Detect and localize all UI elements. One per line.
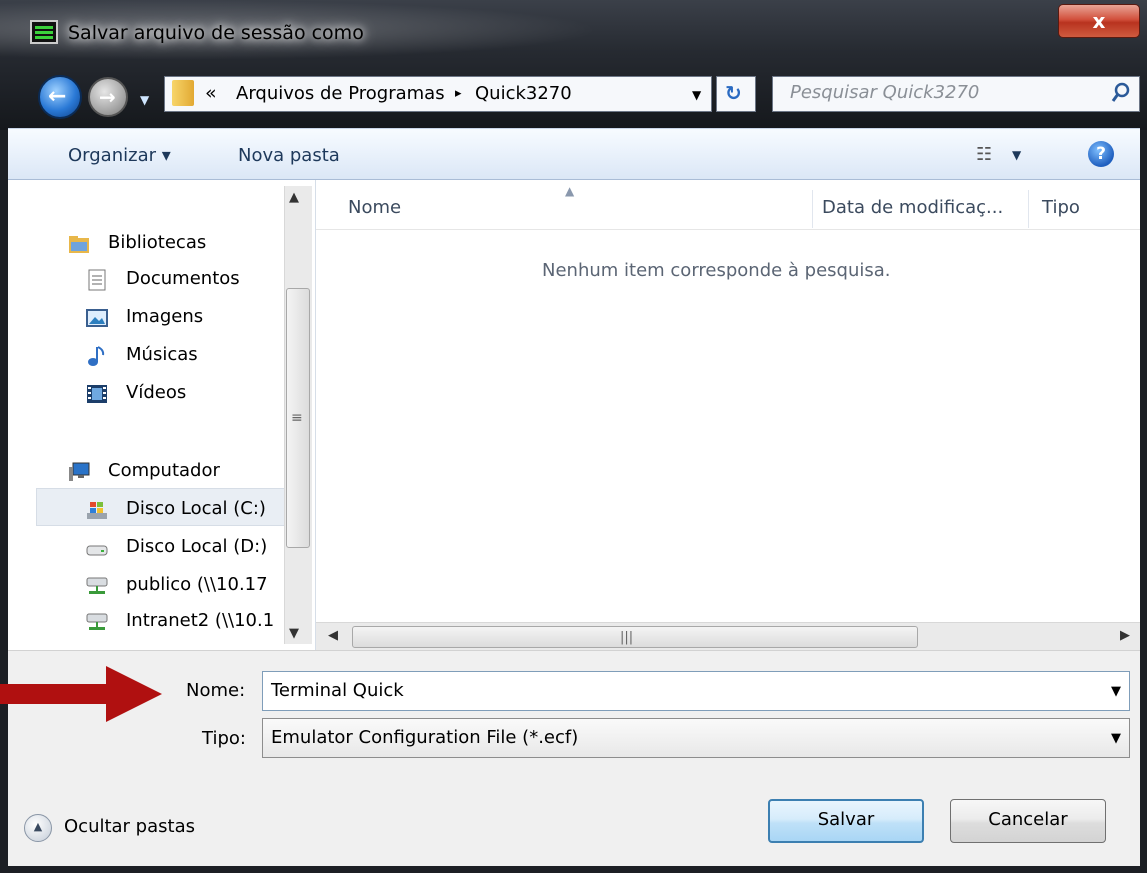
file-name-value: Terminal Quick (271, 680, 404, 701)
back-button[interactable]: ← (38, 75, 82, 119)
videos-icon (87, 385, 107, 403)
sidebar-item-label: Bibliotecas (108, 232, 207, 253)
organize-button[interactable]: Organizar ▾ (68, 145, 171, 166)
music-icon (88, 346, 105, 366)
help-icon[interactable]: ? (1088, 141, 1114, 167)
sidebar-item-label: Documentos (126, 268, 240, 289)
file-type-label: Tipo: (202, 728, 246, 749)
address-dropdown-icon[interactable]: ▼ (692, 88, 701, 102)
recent-locations-dropdown[interactable]: ▼ (140, 93, 149, 107)
command-bar (8, 128, 1140, 180)
save-button[interactable]: Salvar (768, 799, 924, 843)
column-header-date-modified[interactable]: Data de modificaç... (822, 197, 1003, 218)
folder-icon (172, 80, 194, 106)
chevron-down-icon[interactable]: ▼ (1111, 684, 1121, 699)
column-divider[interactable] (1028, 190, 1029, 228)
pictures-icon (86, 309, 108, 327)
file-type-value: Emulator Configuration File (*.ecf) (271, 727, 579, 748)
column-header-name[interactable]: Nome (348, 197, 401, 218)
drive-icon (86, 545, 108, 556)
new-folder-button[interactable]: Nova pasta (238, 145, 340, 166)
sidebar-item-label: Músicas (126, 344, 198, 365)
annotation-arrow-icon (0, 666, 162, 722)
sort-ascending-icon: ▲ (565, 184, 575, 198)
sidebar-item-label: publico (\\10.17 (126, 574, 268, 595)
scroll-left-icon[interactable]: ◀ (328, 628, 338, 643)
column-divider[interactable] (812, 190, 813, 228)
chevron-down-icon[interactable]: ▼ (1111, 731, 1121, 746)
network-drive-icon (86, 577, 108, 594)
close-button[interactable]: x (1058, 4, 1140, 38)
libraries-icon (69, 236, 89, 253)
chevron-down-icon: ▼ (1012, 148, 1022, 162)
details-view-icon: ☷ (976, 144, 993, 165)
sidebar-item-label: Computador (108, 460, 220, 481)
arrow-right-icon: → (99, 85, 116, 109)
breadcrumb-separator[interactable]: ▸ (455, 86, 462, 101)
file-type-select[interactable]: Emulator Configuration File (*.ecf) ▼ (262, 718, 1130, 758)
arrow-left-icon: ← (48, 84, 67, 109)
file-list[interactable] (316, 180, 1140, 650)
column-header-row (316, 186, 1140, 230)
scroll-down-icon[interactable]: ▼ (289, 626, 299, 641)
app-icon (30, 20, 58, 44)
scroll-right-icon[interactable]: ▶ (1120, 628, 1130, 643)
grip-icon: ≡ (291, 410, 303, 426)
sidebar-item-label: Vídeos (126, 382, 187, 403)
forward-button[interactable]: → (88, 77, 128, 117)
sidebar-item-label: Disco Local (D:) (126, 536, 268, 557)
chevron-up-icon: ▲ (24, 814, 52, 842)
empty-folder-message: Nenhum item corresponde à pesquisa. (542, 260, 891, 281)
file-list-scroll-thumb[interactable] (352, 626, 918, 648)
cancel-button[interactable]: Cancelar (950, 799, 1106, 843)
overflow-chevron[interactable]: « (205, 82, 217, 104)
sidebar-item-label: Disco Local (C:) (126, 498, 266, 519)
hide-folders-label: Ocultar pastas (64, 816, 195, 837)
window-title: Salvar arquivo de sessão como (68, 22, 364, 44)
search-placeholder: Pesquisar Quick3270 (790, 82, 980, 103)
system-drive-icon (87, 502, 107, 519)
sidebar-item-label: Intranet2 (\\10.1 (126, 610, 275, 631)
refresh-button[interactable]: ↻ (716, 76, 756, 112)
file-name-input[interactable]: Terminal Quick ▼ (262, 671, 1130, 711)
refresh-icon: ↻ (725, 81, 742, 105)
search-icon[interactable] (1110, 81, 1132, 105)
column-header-type[interactable]: Tipo (1042, 197, 1080, 218)
computer-icon (69, 462, 90, 481)
change-view-button[interactable]: ☷ ▼ (976, 140, 1034, 170)
scroll-up-icon[interactable]: ▲ (289, 190, 299, 205)
grip-icon: ||| (620, 630, 634, 645)
documents-icon (88, 269, 106, 291)
breadcrumb-program-files[interactable]: Arquivos de Programas (236, 83, 445, 104)
hide-folders-toggle[interactable]: ▲ Ocultar pastas (24, 812, 264, 844)
network-drive-icon (86, 613, 108, 630)
breadcrumb-quick3270[interactable]: Quick3270 (475, 83, 572, 104)
sidebar-item-label: Imagens (126, 306, 204, 327)
file-name-label: Nome: (186, 680, 246, 701)
